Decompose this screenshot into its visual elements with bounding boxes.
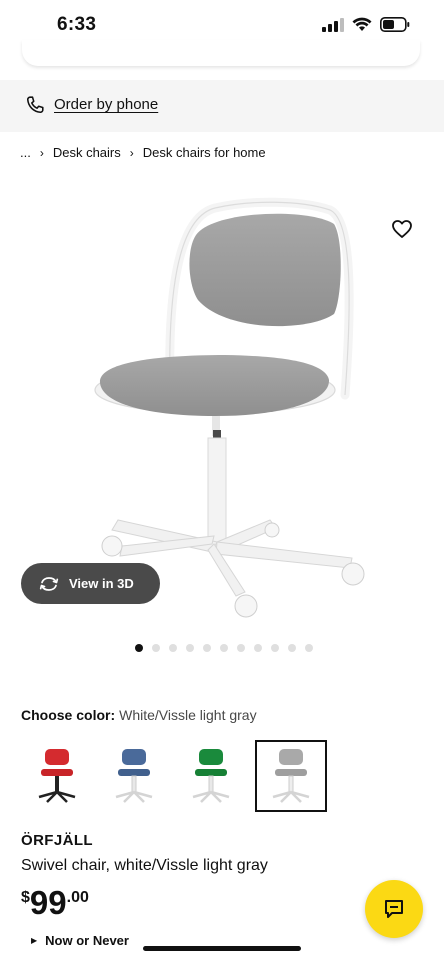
order-by-phone-link[interactable]: Order by phone xyxy=(54,96,158,113)
heart-icon[interactable] xyxy=(390,217,414,241)
chair-thumbnail-gray xyxy=(272,749,310,803)
choose-color-heading: Choose color: xyxy=(21,707,116,723)
now-or-never-badge[interactable]: ▶ Now or Never xyxy=(31,933,129,948)
chevron-right-icon: › xyxy=(39,145,44,160)
cellular-signal-icon xyxy=(322,17,344,32)
breadcrumb-item-desk-chairs[interactable]: Desk chairs xyxy=(53,145,121,160)
breadcrumb-ellipsis[interactable]: ... xyxy=(20,145,31,160)
swatch-green[interactable] xyxy=(175,740,247,812)
product-price: $ 99 .00 xyxy=(21,884,89,922)
chair-thumbnail-blue xyxy=(115,749,153,803)
carousel-dot[interactable] xyxy=(186,644,194,652)
view-in-3d-button[interactable]: View in 3D xyxy=(21,563,160,604)
carousel-dot[interactable] xyxy=(169,644,177,652)
view-in-3d-label: View in 3D xyxy=(69,576,134,591)
wifi-icon xyxy=(352,17,372,31)
carousel-dots xyxy=(135,644,313,652)
carousel-dot[interactable] xyxy=(254,644,262,652)
carousel-dot[interactable] xyxy=(237,644,245,652)
product-description: Swivel chair, white/Vissle light gray xyxy=(21,857,268,874)
chat-icon xyxy=(385,900,403,918)
carousel-dot[interactable] xyxy=(152,644,160,652)
carousel-dot[interactable] xyxy=(220,644,228,652)
caret-right-icon: ▶ xyxy=(31,936,38,945)
status-time: 6:33 xyxy=(57,14,97,35)
chair-thumbnail-green xyxy=(192,749,230,803)
now-or-never-label: Now or Never xyxy=(45,933,129,948)
order-by-phone-banner[interactable]: Order by phone xyxy=(0,80,444,132)
chevron-right-icon: › xyxy=(129,145,134,160)
phone-icon xyxy=(26,96,44,114)
status-icons xyxy=(322,17,410,32)
price-currency: $ xyxy=(21,889,30,906)
rotate-3d-icon xyxy=(39,576,59,591)
breadcrumb: ... › Desk chairs › Desk chairs for home xyxy=(20,145,266,160)
swatch-light-gray[interactable] xyxy=(255,740,327,812)
chat-button[interactable] xyxy=(365,880,423,938)
selected-color-value: White/Vissle light gray xyxy=(119,707,257,723)
carousel-dot[interactable] xyxy=(135,644,143,652)
price-main: 99 xyxy=(29,884,67,921)
carousel-dot[interactable] xyxy=(288,644,296,652)
choose-color-label: Choose color: White/Vissle light gray xyxy=(21,707,257,723)
price-cents: .00 xyxy=(66,889,89,906)
chair-thumbnail-red xyxy=(38,749,76,803)
product-name: ÖRFJÄLL xyxy=(21,832,93,849)
battery-icon xyxy=(380,17,410,32)
carousel-dot[interactable] xyxy=(305,644,313,652)
breadcrumb-item-desk-chairs-for-home[interactable]: Desk chairs for home xyxy=(143,145,266,160)
carousel-dot[interactable] xyxy=(271,644,279,652)
swatch-blue[interactable] xyxy=(98,740,170,812)
color-swatches xyxy=(21,740,332,812)
swatch-red[interactable] xyxy=(21,740,93,812)
search-bar-edge xyxy=(22,40,420,66)
carousel-dot[interactable] xyxy=(203,644,211,652)
home-indicator xyxy=(143,946,301,951)
